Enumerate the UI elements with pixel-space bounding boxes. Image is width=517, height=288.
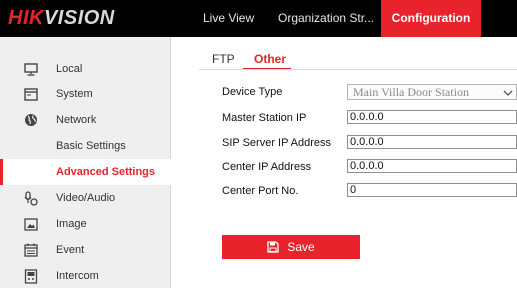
sidebar-item-label: Video/Audio	[56, 192, 116, 204]
floppy-disk-icon	[267, 241, 279, 253]
sidebar-item-event[interactable]: Event	[0, 237, 171, 263]
microphone-camera-icon	[24, 190, 38, 206]
center-port-input[interactable]	[347, 183, 517, 197]
sidebar-item-label: Local	[56, 63, 83, 75]
sidebar-item-label: System	[56, 88, 93, 100]
center-ip-input[interactable]	[347, 159, 517, 173]
tab-other[interactable]: Other	[254, 52, 286, 66]
sidebar-item-network[interactable]: Network	[0, 107, 171, 133]
nav-live-view[interactable]: Live View	[203, 0, 254, 37]
logo-hik-text: HIK	[8, 7, 44, 29]
sidebar-item-label: Basic Settings	[56, 140, 126, 152]
image-icon	[24, 217, 38, 231]
save-button-label: Save	[287, 240, 315, 254]
sidebar-item-system[interactable]: System	[0, 81, 171, 107]
sidebar-item-label: Advanced Settings	[56, 166, 156, 178]
sidebar-item-image[interactable]: Image	[0, 211, 171, 237]
device-type-label: Device Type	[222, 86, 283, 98]
calendar-icon	[24, 243, 38, 257]
top-navigation-bar: HIKVISION Live View Organization Str... …	[0, 0, 517, 37]
center-ip-label: Center IP Address	[222, 161, 312, 173]
device-type-value: Main Villa Door Station	[353, 85, 470, 99]
sip-server-ip-input[interactable]	[347, 135, 517, 149]
hikvision-logo: HIKVISION	[8, 8, 115, 28]
logo-vision-text: VISION	[43, 7, 115, 29]
save-button[interactable]: Save	[222, 235, 360, 259]
intercom-panel-icon	[24, 268, 38, 284]
sidebar-item-video-audio[interactable]: Video/Audio	[0, 185, 171, 211]
center-port-label: Center Port No.	[222, 185, 299, 197]
sidebar-item-label: Event	[56, 244, 85, 256]
sidebar-item-basic-settings[interactable]: Basic Settings	[0, 133, 171, 159]
sidebar-item-intercom[interactable]: Intercom	[0, 263, 171, 288]
nav-configuration[interactable]: Configuration	[381, 0, 481, 37]
sidebar-item-label: Network	[56, 114, 97, 126]
sidebar-item-local[interactable]: Local	[0, 56, 171, 82]
system-window-icon	[24, 87, 38, 101]
device-type-select[interactable]: Main Villa Door Station	[347, 84, 517, 100]
sidebar-item-advanced-settings[interactable]: Advanced Settings	[0, 159, 171, 185]
tab-ftp[interactable]: FTP	[212, 52, 235, 66]
master-station-ip-label: Master Station IP	[222, 112, 307, 124]
monitor-icon	[24, 62, 38, 76]
globe-icon	[24, 113, 38, 127]
sidebar: Local System Network Basic Settings Adva…	[0, 37, 171, 288]
tab-divider	[199, 69, 517, 70]
master-station-ip-input[interactable]	[347, 110, 517, 124]
sip-server-ip-label: SIP Server IP Address	[222, 137, 332, 149]
nav-organization-structure[interactable]: Organization Str...	[278, 0, 374, 37]
sidebar-item-label: Image	[56, 218, 87, 230]
sidebar-item-label: Intercom	[56, 270, 99, 282]
chevron-down-icon	[503, 87, 513, 97]
